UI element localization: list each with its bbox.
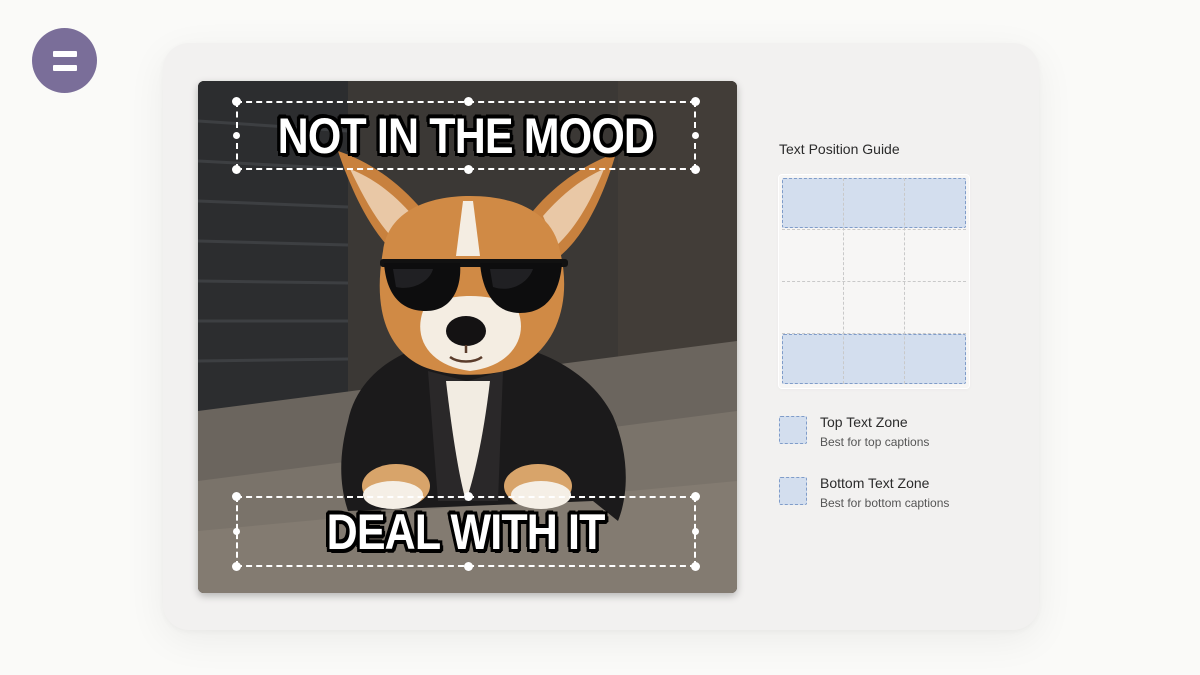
- top-box-handle-se[interactable]: [691, 165, 700, 174]
- top-box-handle-s[interactable]: [464, 165, 473, 174]
- top-box-handle-e[interactable]: [692, 132, 699, 139]
- bottom-box-handle-sw[interactable]: [232, 562, 241, 571]
- guide-title: Text Position Guide: [779, 141, 900, 157]
- bottom-box-handle-nw[interactable]: [232, 492, 241, 501]
- top-box-handle-sw[interactable]: [232, 165, 241, 174]
- legend-label: Top Text Zone: [820, 414, 908, 430]
- text-position-grid: [779, 175, 969, 388]
- bottom-box-handle-ne[interactable]: [691, 492, 700, 501]
- top-zone-swatch: [779, 416, 807, 444]
- top-box-handle-n[interactable]: [464, 97, 473, 106]
- bottom-caption[interactable]: DEAL WITH IT: [327, 503, 606, 561]
- bottom-zone-swatch: [779, 477, 807, 505]
- bottom-box-handle-w[interactable]: [233, 528, 240, 535]
- bottom-box-handle-se[interactable]: [691, 562, 700, 571]
- top-box-handle-ne[interactable]: [691, 97, 700, 106]
- bottom-box-handle-n[interactable]: [464, 492, 473, 501]
- bottom-text-zone[interactable]: [782, 334, 966, 384]
- bottom-box-handle-e[interactable]: [692, 528, 699, 535]
- grid-divider: [782, 229, 966, 230]
- legend-label: Bottom Text Zone: [820, 475, 930, 491]
- grid-divider: [782, 281, 966, 282]
- meme-image[interactable]: NOT IN THE MOOD DEAL WITH IT: [198, 81, 737, 593]
- bottom-text-box[interactable]: DEAL WITH IT: [236, 496, 696, 567]
- legend-description: Best for top captions: [820, 435, 930, 449]
- hamburger-icon-bar-bottom: [52, 64, 77, 71]
- bottom-box-handle-s[interactable]: [464, 562, 473, 571]
- top-text-zone[interactable]: [782, 178, 966, 228]
- menu-button[interactable]: [32, 28, 97, 93]
- grid-divider: [782, 333, 966, 334]
- top-caption[interactable]: NOT IN THE MOOD: [278, 107, 655, 165]
- top-box-handle-nw[interactable]: [232, 97, 241, 106]
- hamburger-icon-bar-top: [52, 50, 77, 57]
- legend-description: Best for bottom captions: [820, 496, 950, 510]
- top-box-handle-w[interactable]: [233, 132, 240, 139]
- top-text-box[interactable]: NOT IN THE MOOD: [236, 101, 696, 170]
